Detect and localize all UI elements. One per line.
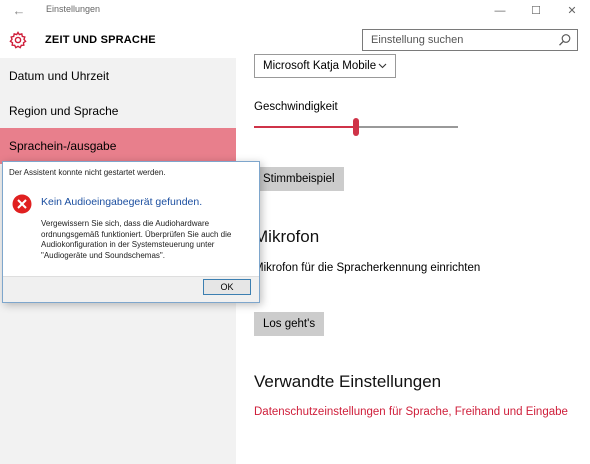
- voice-dropdown-value: Microsoft Katja Mobile: [263, 60, 377, 72]
- gear-icon: [9, 31, 27, 49]
- window-title: Einstellungen: [46, 4, 101, 14]
- error-icon: [12, 194, 32, 214]
- dialog-message: Vergewissern Sie sich, dass die Audiohar…: [41, 219, 232, 260]
- sidebar-item-sprachein-ausgabe[interactable]: Sprachein-/ausgabe: [0, 128, 236, 164]
- microphone-description: Mikrofon für die Spracherkennung einrich…: [254, 262, 481, 274]
- setup-microphone-button[interactable]: Los geht's: [254, 312, 325, 336]
- voice-dropdown[interactable]: Microsoft Katja Mobile: [254, 54, 396, 78]
- sidebar-item-datum-und-uhrzeit[interactable]: Datum und Uhrzeit: [0, 58, 236, 94]
- search-placeholder: Einstellung suchen: [371, 34, 464, 46]
- page-title: ZEIT UND SPRACHE: [45, 34, 156, 46]
- ok-button[interactable]: OK: [203, 279, 251, 295]
- app-header: ZEIT UND SPRACHE Einstellung suchen: [0, 22, 590, 58]
- chevron-down-icon: [378, 55, 387, 85]
- maximize-button[interactable]: ☐: [518, 0, 554, 22]
- privacy-settings-link[interactable]: Datenschutzeinstellungen für Sprache, Fr…: [254, 406, 568, 418]
- minimize-button[interactable]: —: [482, 0, 518, 22]
- speed-slider-fill: [254, 126, 356, 128]
- search-input[interactable]: Einstellung suchen: [362, 29, 578, 51]
- speed-slider-thumb[interactable]: [353, 118, 359, 136]
- title-bar: ← Einstellungen — ☐ ✕: [0, 0, 590, 22]
- sidebar-item-region-und-sprache[interactable]: Region und Sprache: [0, 93, 236, 129]
- dialog-title: Kein Audioeingabegerät gefunden.: [41, 196, 203, 208]
- close-button[interactable]: ✕: [554, 0, 590, 22]
- dialog-header-text: Der Assistent konnte nicht gestartet wer…: [9, 168, 166, 177]
- voice-sample-button[interactable]: Stimmbeispiel: [254, 167, 344, 191]
- search-icon[interactable]: [558, 33, 572, 47]
- error-dialog: Der Assistent konnte nicht gestartet wer…: [2, 161, 260, 303]
- related-settings-heading: Verwandte Einstellungen: [254, 372, 442, 391]
- speed-label: Geschwindigkeit: [254, 101, 338, 113]
- back-arrow-icon[interactable]: ←: [8, 3, 30, 19]
- microphone-heading: Mikrofon: [254, 227, 320, 246]
